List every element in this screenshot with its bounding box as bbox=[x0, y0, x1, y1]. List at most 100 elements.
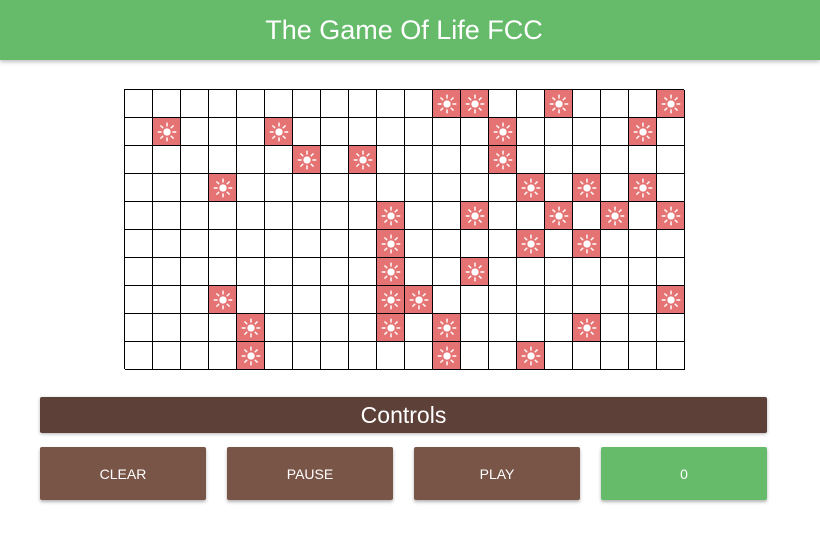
board-cell[interactable] bbox=[349, 342, 377, 370]
alive-cell[interactable] bbox=[545, 90, 573, 118]
alive-cell[interactable] bbox=[629, 174, 657, 202]
board-cell[interactable] bbox=[181, 146, 209, 174]
board-cell[interactable] bbox=[349, 202, 377, 230]
board-cell[interactable] bbox=[489, 202, 517, 230]
board-cell[interactable] bbox=[545, 146, 573, 174]
board-cell[interactable] bbox=[153, 90, 181, 118]
board-cell[interactable] bbox=[209, 258, 237, 286]
board-cell[interactable] bbox=[125, 202, 153, 230]
board-cell[interactable] bbox=[461, 174, 489, 202]
alive-cell[interactable] bbox=[265, 118, 293, 146]
board-cell[interactable] bbox=[293, 258, 321, 286]
board-cell[interactable] bbox=[517, 90, 545, 118]
alive-cell[interactable] bbox=[377, 286, 405, 314]
board-cell[interactable] bbox=[237, 230, 265, 258]
board-cell[interactable] bbox=[265, 90, 293, 118]
alive-cell[interactable] bbox=[153, 118, 181, 146]
board-cell[interactable] bbox=[545, 230, 573, 258]
board-cell[interactable] bbox=[629, 286, 657, 314]
alive-cell[interactable] bbox=[517, 230, 545, 258]
board-cell[interactable] bbox=[573, 146, 601, 174]
board-cell[interactable] bbox=[321, 286, 349, 314]
alive-cell[interactable] bbox=[573, 174, 601, 202]
board-cell[interactable] bbox=[321, 258, 349, 286]
board-cell[interactable] bbox=[405, 230, 433, 258]
alive-cell[interactable] bbox=[461, 258, 489, 286]
alive-cell[interactable] bbox=[489, 146, 517, 174]
alive-cell[interactable] bbox=[657, 90, 685, 118]
board-cell[interactable] bbox=[377, 146, 405, 174]
board-cell[interactable] bbox=[489, 230, 517, 258]
board-cell[interactable] bbox=[265, 286, 293, 314]
board-cell[interactable] bbox=[545, 174, 573, 202]
board-cell[interactable] bbox=[321, 146, 349, 174]
board-cell[interactable] bbox=[237, 258, 265, 286]
play-button[interactable]: PLAY bbox=[414, 447, 580, 500]
board-cell[interactable] bbox=[265, 258, 293, 286]
alive-cell[interactable] bbox=[573, 230, 601, 258]
board-cell[interactable] bbox=[237, 90, 265, 118]
board-cell[interactable] bbox=[153, 286, 181, 314]
board-cell[interactable] bbox=[293, 314, 321, 342]
board-cell[interactable] bbox=[153, 342, 181, 370]
board-cell[interactable] bbox=[629, 314, 657, 342]
alive-cell[interactable] bbox=[377, 258, 405, 286]
board-cell[interactable] bbox=[461, 314, 489, 342]
board-cell[interactable] bbox=[181, 90, 209, 118]
board-cell[interactable] bbox=[321, 342, 349, 370]
board-cell[interactable] bbox=[657, 230, 685, 258]
board-cell[interactable] bbox=[209, 314, 237, 342]
board-cell[interactable] bbox=[265, 146, 293, 174]
board-cell[interactable] bbox=[601, 174, 629, 202]
board-cell[interactable] bbox=[517, 258, 545, 286]
board-cell[interactable] bbox=[517, 202, 545, 230]
board-cell[interactable] bbox=[293, 342, 321, 370]
board-cell[interactable] bbox=[349, 118, 377, 146]
board-cell[interactable] bbox=[125, 146, 153, 174]
board-cell[interactable] bbox=[573, 286, 601, 314]
board-cell[interactable] bbox=[349, 314, 377, 342]
board-cell[interactable] bbox=[237, 146, 265, 174]
board-cell[interactable] bbox=[293, 230, 321, 258]
board-cell[interactable] bbox=[601, 314, 629, 342]
board-cell[interactable] bbox=[489, 342, 517, 370]
board-cell[interactable] bbox=[125, 174, 153, 202]
board-cell[interactable] bbox=[629, 90, 657, 118]
board-cell[interactable] bbox=[601, 146, 629, 174]
board-cell[interactable] bbox=[573, 202, 601, 230]
board-cell[interactable] bbox=[433, 286, 461, 314]
alive-cell[interactable] bbox=[545, 202, 573, 230]
board-cell[interactable] bbox=[293, 118, 321, 146]
board-cell[interactable] bbox=[181, 258, 209, 286]
board-cell[interactable] bbox=[517, 286, 545, 314]
board-cell[interactable] bbox=[321, 230, 349, 258]
board-cell[interactable] bbox=[461, 342, 489, 370]
alive-cell[interactable] bbox=[461, 202, 489, 230]
board-cell[interactable] bbox=[489, 174, 517, 202]
board-cell[interactable] bbox=[377, 174, 405, 202]
board-cell[interactable] bbox=[601, 258, 629, 286]
board-cell[interactable] bbox=[181, 230, 209, 258]
board-cell[interactable] bbox=[209, 202, 237, 230]
board-cell[interactable] bbox=[629, 202, 657, 230]
board-cell[interactable] bbox=[461, 230, 489, 258]
board-cell[interactable] bbox=[125, 286, 153, 314]
board-cell[interactable] bbox=[545, 286, 573, 314]
board-cell[interactable] bbox=[377, 90, 405, 118]
board-cell[interactable] bbox=[489, 90, 517, 118]
board-cell[interactable] bbox=[433, 230, 461, 258]
board-cell[interactable] bbox=[237, 286, 265, 314]
board-cell[interactable] bbox=[405, 342, 433, 370]
alive-cell[interactable] bbox=[209, 174, 237, 202]
board-cell[interactable] bbox=[125, 258, 153, 286]
board-cell[interactable] bbox=[153, 202, 181, 230]
board-cell[interactable] bbox=[209, 118, 237, 146]
board-cell[interactable] bbox=[629, 258, 657, 286]
board-cell[interactable] bbox=[209, 90, 237, 118]
board-cell[interactable] bbox=[545, 118, 573, 146]
board-cell[interactable] bbox=[349, 174, 377, 202]
board-cell[interactable] bbox=[405, 146, 433, 174]
alive-cell[interactable] bbox=[657, 202, 685, 230]
board-cell[interactable] bbox=[405, 90, 433, 118]
board-cell[interactable] bbox=[153, 258, 181, 286]
